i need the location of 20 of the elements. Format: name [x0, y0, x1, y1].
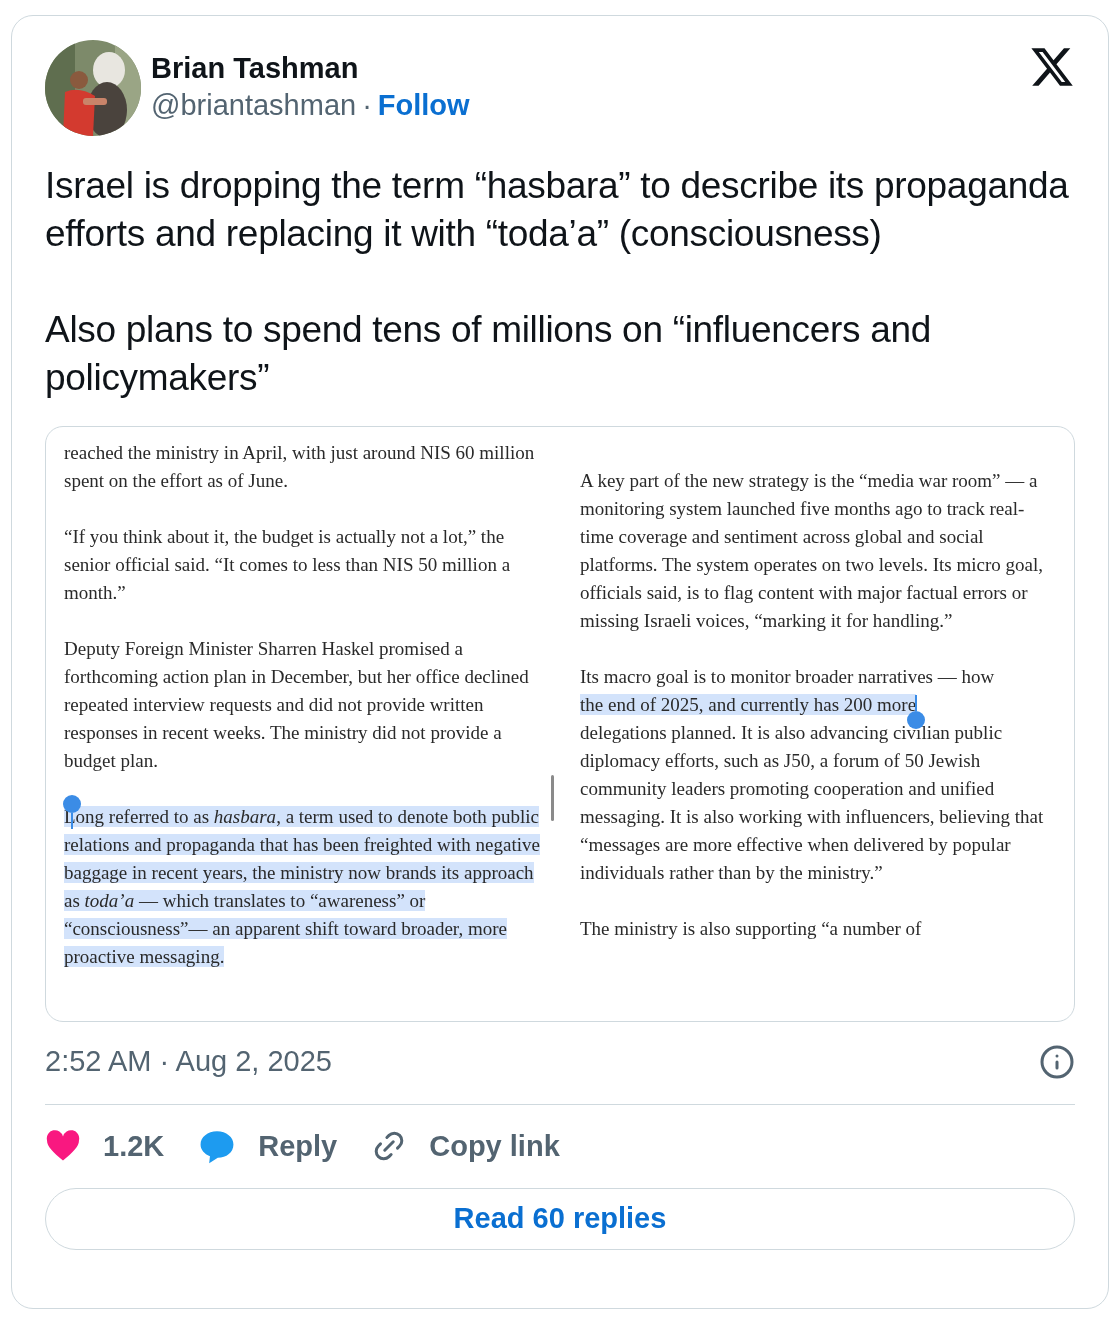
- article-paragraph: reached the ministry in April, with just around NIS 60 million spent on the effort as of June.: [64, 441, 536, 493]
- author-handle[interactable]: @briantashman: [151, 86, 357, 124]
- timestamp[interactable]: 2:52 AM · Aug 2, 2025: [45, 1040, 332, 1084]
- author-name[interactable]: Brian Tashman: [151, 50, 470, 86]
- heart-icon: [45, 1130, 81, 1163]
- article-paragraph: Deputy Foreign Minister Sharren Haskel promised a forthcoming action plan in December, but her office declined repeated interview requests and did not provide written responses in recent weeks. The ministry did not provide a budget plan.: [64, 637, 530, 773]
- article-paragraph: Its macro goal is to monitor broader narratives — how: [580, 665, 996, 689]
- article-paragraph: “If you think about it, the budget is actually not a lot,” the senior official said. “It comes to less than NIS 50 million a month.”: [64, 525, 512, 605]
- info-icon[interactable]: [1039, 1043, 1075, 1080]
- tweet-text: Israel is dropping the term “hasbara” to describe its propaganda efforts and replacing it with “toda’a” (consciousness): [45, 164, 1070, 256]
- reply-button[interactable]: Reply: [198, 1124, 338, 1168]
- copy-link-button[interactable]: Copy link: [371, 1124, 560, 1168]
- scrollbar[interactable]: [551, 775, 554, 821]
- article-paragraph: delegations planned. It is also advancing civilian public diplomacy efforts, such as J50, a forum of 50 Jewish community leaders promoting cooperation and unified messaging. It is also working with influencers, believing that “messages are more effective when delivered by popular individuals rather than by the ministry.”: [580, 721, 1045, 885]
- article-paragraph: A key part of the new strategy is the “media war room” — a monitoring system launched five months ago to track real-time coverage and sentiment across global and social platforms. The system operates on two levels. Its micro goal, officials said, is to flag content with major factual errors or missing Israeli voices, “marking it for handling.”: [580, 469, 1044, 633]
- tweet-text: Also plans to spend tens of millions on “influencers and policymakers”: [45, 308, 933, 400]
- like-button[interactable]: 1.2K: [45, 1124, 165, 1168]
- article-paragraph: The ministry is also supporting “a number of: [580, 917, 923, 941]
- follow-link[interactable]: Follow: [377, 86, 470, 124]
- separator-dot: ·: [362, 88, 372, 123]
